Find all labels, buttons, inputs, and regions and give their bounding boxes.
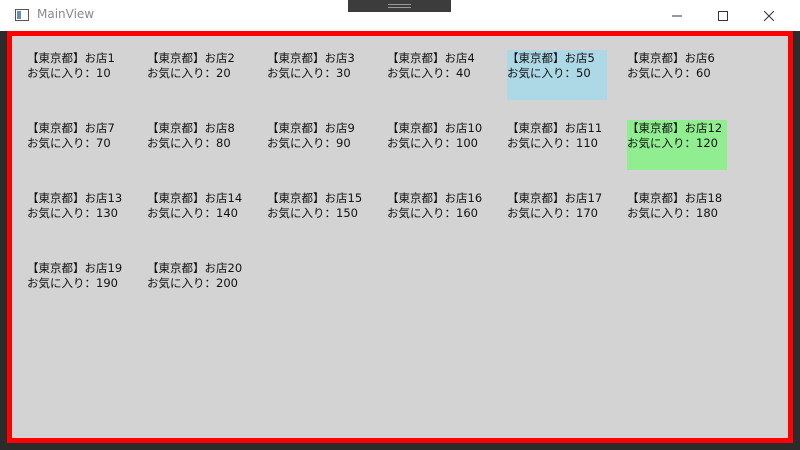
shop-name: 【東京都】お店12 <box>627 121 723 135</box>
maximize-button[interactable] <box>700 0 746 31</box>
shop-item[interactable]: 【東京都】お店20 お気に入り：200 <box>147 260 247 310</box>
shop-favorites-count: お気に入り：200 <box>147 276 238 290</box>
shop-item[interactable]: 【東京都】お店6 お気に入り：60 <box>627 50 727 100</box>
shop-favorites-count: お気に入り：110 <box>507 136 598 150</box>
shop-name: 【東京都】お店13 <box>27 191 123 205</box>
shop-name: 【東京都】お店8 <box>147 121 235 135</box>
shop-name: 【東京都】お店15 <box>267 191 363 205</box>
shop-name: 【東京都】お店1 <box>27 51 115 65</box>
shop-favorites-count: お気に入り：150 <box>267 206 358 220</box>
shop-item[interactable]: 【東京都】お店13 お気に入り：130 <box>27 190 127 240</box>
shop-item[interactable]: 【東京都】お店3 お気に入り：30 <box>267 50 367 100</box>
window-title: MainView <box>37 7 95 21</box>
shop-item[interactable]: 【東京都】お店9 お気に入り：90 <box>267 120 367 170</box>
shop-item[interactable]: 【東京都】お店19 お気に入り：190 <box>27 260 127 310</box>
shop-name: 【東京都】お店19 <box>27 261 123 275</box>
shop-favorites-count: お気に入り：190 <box>27 276 118 290</box>
shop-name: 【東京都】お店18 <box>627 191 723 205</box>
shop-item[interactable]: 【東京都】お店16 お気に入り：160 <box>387 190 487 240</box>
shop-name: 【東京都】お店5 <box>507 51 595 65</box>
shop-favorites-count: お気に入り：60 <box>627 66 711 80</box>
close-button[interactable] <box>746 0 792 31</box>
shop-item[interactable]: 【東京都】お店10 お気に入り：100 <box>387 120 487 170</box>
shop-item[interactable]: 【東京都】お店8 お気に入り：80 <box>147 120 247 170</box>
shop-item[interactable]: 【東京都】お店12 お気に入り：120 <box>627 120 727 170</box>
minimize-button[interactable] <box>654 0 700 31</box>
shop-name: 【東京都】お店14 <box>147 191 243 205</box>
shop-item[interactable]: 【東京都】お店18 お気に入り：180 <box>627 190 727 240</box>
drag-grip-handle[interactable] <box>348 0 451 12</box>
shop-favorites-count: お気に入り：180 <box>627 206 718 220</box>
window-frame-right <box>793 31 800 450</box>
shop-favorites-count: お気に入り：50 <box>507 66 591 80</box>
app-window-icon[interactable] <box>15 9 29 21</box>
shop-name: 【東京都】お店16 <box>387 191 483 205</box>
shop-item[interactable]: 【東京都】お店1 お気に入り：10 <box>27 50 127 100</box>
shop-item[interactable]: 【東京都】お店5 お気に入り：50 <box>507 50 607 100</box>
shop-name: 【東京都】お店11 <box>507 121 603 135</box>
maximize-icon <box>718 10 728 21</box>
shop-favorites-count: お気に入り：120 <box>627 136 718 150</box>
shop-list-panel: 【東京都】お店1 お気に入り：10 【東京都】お店2 お気に入り：20 【東京都】お店3… <box>7 31 793 443</box>
shop-favorites-count: お気に入り：160 <box>387 206 478 220</box>
shop-favorites-count: お気に入り：100 <box>387 136 478 150</box>
shop-grid: 【東京都】お店1 お気に入り：10 【東京都】お店2 お気に入り：20 【東京都】お店3… <box>27 50 747 330</box>
shop-item[interactable]: 【東京都】お店17 お気に入り：170 <box>507 190 607 240</box>
minimize-icon <box>672 11 682 21</box>
shop-item[interactable]: 【東京都】お店2 お気に入り：20 <box>147 50 247 100</box>
shop-name: 【東京都】お店20 <box>147 261 243 275</box>
shop-item[interactable]: 【東京都】お店7 お気に入り：70 <box>27 120 127 170</box>
shop-name: 【東京都】お店6 <box>627 51 715 65</box>
shop-favorites-count: お気に入り：20 <box>147 66 231 80</box>
shop-favorites-count: お気に入り：40 <box>387 66 471 80</box>
shop-item[interactable]: 【東京都】お店11 お気に入り：110 <box>507 120 607 170</box>
shop-name: 【東京都】お店10 <box>387 121 483 135</box>
shop-name: 【東京都】お店7 <box>27 121 115 135</box>
main-window: MainView 【東京都】お店1 お気に入り：10 【東京都】お店2 お気に入り：2… <box>0 0 800 450</box>
shop-favorites-count: お気に入り：70 <box>27 136 111 150</box>
shop-favorites-count: お気に入り：30 <box>267 66 351 80</box>
shop-name: 【東京都】お店3 <box>267 51 355 65</box>
shop-name: 【東京都】お店4 <box>387 51 475 65</box>
shop-favorites-count: お気に入り：90 <box>267 136 351 150</box>
window-frame-bottom <box>0 443 800 450</box>
shop-favorites-count: お気に入り：130 <box>27 206 118 220</box>
shop-favorites-count: お気に入り：80 <box>147 136 231 150</box>
shop-item[interactable]: 【東京都】お店15 お気に入り：150 <box>267 190 367 240</box>
shop-name: 【東京都】お店9 <box>267 121 355 135</box>
shop-favorites-count: お気に入り：140 <box>147 206 238 220</box>
shop-name: 【東京都】お店17 <box>507 191 603 205</box>
shop-favorites-count: お気に入り：10 <box>27 66 111 80</box>
shop-favorites-count: お気に入り：170 <box>507 206 598 220</box>
shop-item[interactable]: 【東京都】お店14 お気に入り：140 <box>147 190 247 240</box>
close-icon <box>764 10 774 21</box>
shop-item[interactable]: 【東京都】お店4 お気に入り：40 <box>387 50 487 100</box>
title-bar[interactable]: MainView <box>0 0 800 31</box>
window-frame-left <box>0 31 7 450</box>
shop-name: 【東京都】お店2 <box>147 51 235 65</box>
